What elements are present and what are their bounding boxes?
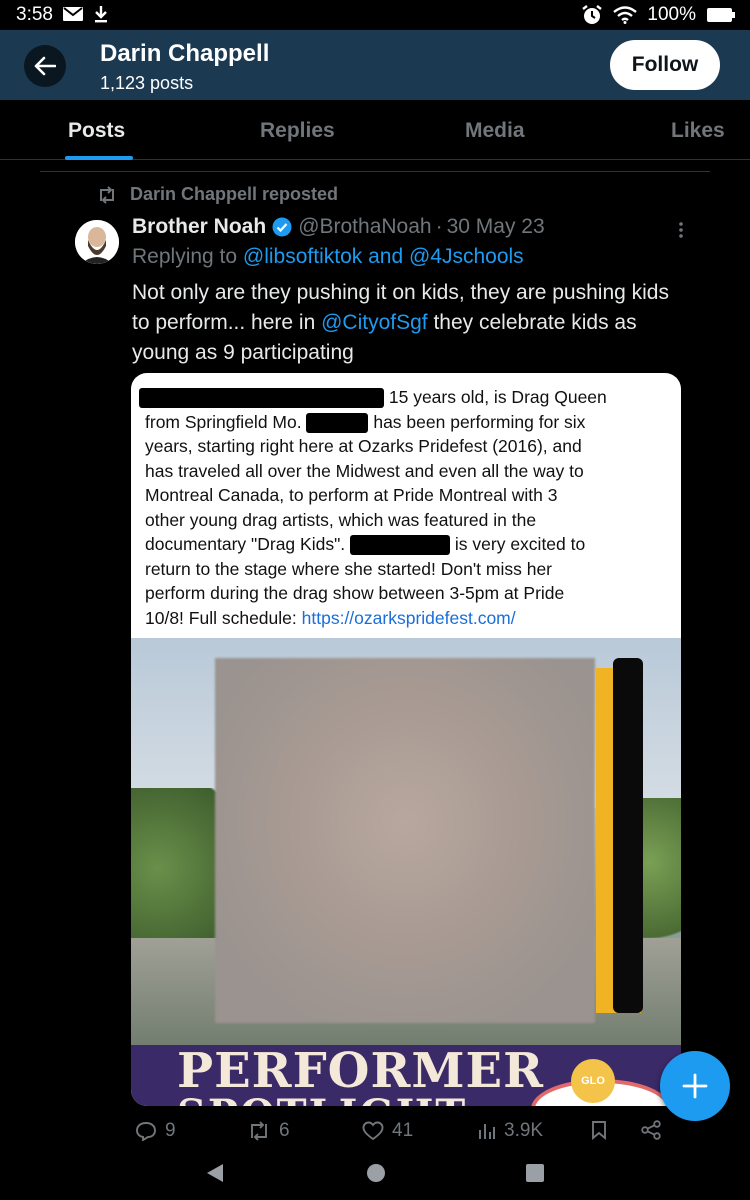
redaction-bar: [139, 388, 384, 409]
tweet-media[interactable]: 15 years old, is Drag Queen from Springf…: [131, 373, 681, 1106]
media-line4: has traveled all over the Midwest and ev…: [145, 460, 584, 481]
arrow-left-icon: [34, 56, 56, 76]
media-line9: perform during the drag show between 3-5…: [145, 583, 565, 603]
tweet-author-name[interactable]: Brother Noah: [132, 215, 266, 239]
tweet-date[interactable]: 30 May 23: [447, 215, 545, 239]
share-button[interactable]: [640, 1120, 662, 1140]
tab-replies[interactable]: Replies: [260, 119, 335, 143]
replying-to-prefix: Replying to: [132, 245, 238, 268]
compose-button[interactable]: [660, 1051, 730, 1121]
like-count: 41: [392, 1120, 414, 1141]
battery-icon: [707, 8, 735, 22]
tweet-mention-link[interactable]: @CityofSgf: [321, 311, 428, 334]
redaction-bar: [350, 535, 451, 556]
follow-button[interactable]: Follow: [610, 40, 720, 90]
media-line7b: is very excited to: [454, 534, 586, 554]
media-line5: Montreal Canada, to perform at Pride Mon…: [145, 485, 558, 505]
nav-back-button[interactable]: [205, 1162, 225, 1189]
media-line3: years, starting right here at Ozarks Pri…: [145, 436, 582, 456]
performer-spotlight-banner: PERFORMER SPOTLIGHT GLO: [131, 1045, 681, 1106]
tab-posts[interactable]: Posts: [68, 119, 125, 143]
replying-to-users[interactable]: @libsoftiktok and @4Jschools: [243, 245, 524, 268]
mail-icon: [63, 7, 83, 21]
tweet-actions: 9 6 41 3.9K: [0, 1120, 750, 1150]
repost-count: 6: [279, 1120, 290, 1141]
repost-indicator[interactable]: Darin Chappell reposted: [96, 184, 338, 205]
nav-recents-button[interactable]: [524, 1162, 546, 1189]
media-line8: return to the stage where she started! D…: [145, 558, 553, 579]
author-avatar-image: [75, 220, 119, 264]
profile-header: Darin Chappell 1,123 posts Follow: [0, 30, 750, 100]
status-notification-icons: [62, 5, 108, 23]
back-button[interactable]: [24, 45, 66, 87]
alarm-icon: [582, 5, 603, 24]
repost-button[interactable]: 6: [247, 1120, 290, 1142]
repost-icon: [251, 1121, 267, 1141]
status-bar: 3:58 100%: [0, 0, 750, 30]
plus-icon: [682, 1073, 708, 1099]
circle-home-icon: [367, 1164, 385, 1182]
reply-count: 9: [165, 1120, 176, 1141]
more-options-button[interactable]: [676, 220, 686, 246]
more-vertical-icon: [679, 222, 683, 238]
square-recents-icon: [526, 1164, 544, 1182]
share-icon: [641, 1120, 661, 1140]
tab-likes[interactable]: Likes: [671, 119, 725, 143]
bookmark-icon: [592, 1121, 606, 1140]
verified-badge-icon: [272, 217, 292, 237]
media-line2a: from Springfield Mo.: [145, 411, 302, 432]
repost-icon: [100, 185, 114, 204]
media-schedule-link: https://ozarkspridefest.com/: [301, 607, 516, 628]
tweet-author-handle[interactable]: @BrothaNoah: [298, 215, 431, 239]
media-screenshot-text: 15 years old, is Drag Queen from Springf…: [139, 385, 670, 630]
media-line6: other young drag artists, which was feat…: [145, 509, 537, 530]
profile-tabs: Posts Replies Media Likes: [0, 100, 750, 160]
like-button[interactable]: 41: [362, 1120, 413, 1142]
tweet-header: Brother Noah @BrothaNoah · 30 May 23: [132, 215, 545, 239]
reply-icon: [136, 1122, 156, 1141]
system-navigation-bar: [0, 1150, 750, 1200]
blurred-face-region: [215, 658, 595, 1023]
wifi-icon: [613, 6, 638, 24]
media-line10a: 10/8! Full schedule:: [145, 607, 297, 628]
repost-label: Darin Chappell reposted: [130, 184, 339, 204]
avatar[interactable]: [75, 220, 119, 264]
heart-icon: [362, 1121, 384, 1141]
bar-chart-icon: [479, 1124, 495, 1139]
bookmark-button[interactable]: [590, 1120, 608, 1140]
banner-subtitle: SPOTLIGHT: [177, 1091, 467, 1106]
tab-media[interactable]: Media: [465, 119, 525, 143]
post-count: 1,123 posts: [100, 73, 194, 93]
banner-badge: GLO: [571, 1059, 615, 1103]
media-line7a: documentary "Drag Kids".: [145, 534, 346, 554]
reply-button[interactable]: 9: [135, 1120, 176, 1142]
triangle-back-icon: [207, 1164, 223, 1182]
separator-dot: ·: [435, 215, 443, 238]
status-time: 3:58: [16, 4, 53, 25]
redaction-strip: [613, 658, 643, 1013]
media-line2b: has been performing for six: [373, 411, 586, 432]
active-tab-indicator: [65, 156, 133, 160]
view-count: 3.9K: [504, 1120, 544, 1141]
media-line1: 15 years old, is Drag Queen: [388, 387, 607, 407]
views-button[interactable]: 3.9K: [478, 1120, 543, 1142]
tweet-text: Not only are they pushing it on kids, th…: [132, 278, 692, 368]
nav-home-button[interactable]: [365, 1162, 387, 1189]
download-icon: [95, 6, 107, 23]
battery-percent: 100%: [647, 4, 696, 25]
media-photo: [131, 638, 681, 1045]
profile-name: Darin Chappell: [100, 40, 270, 67]
feed-divider: [40, 171, 710, 172]
replying-to: Replying to @libsoftiktok and @4Jschools: [132, 245, 524, 269]
redaction-bar: [306, 412, 369, 433]
